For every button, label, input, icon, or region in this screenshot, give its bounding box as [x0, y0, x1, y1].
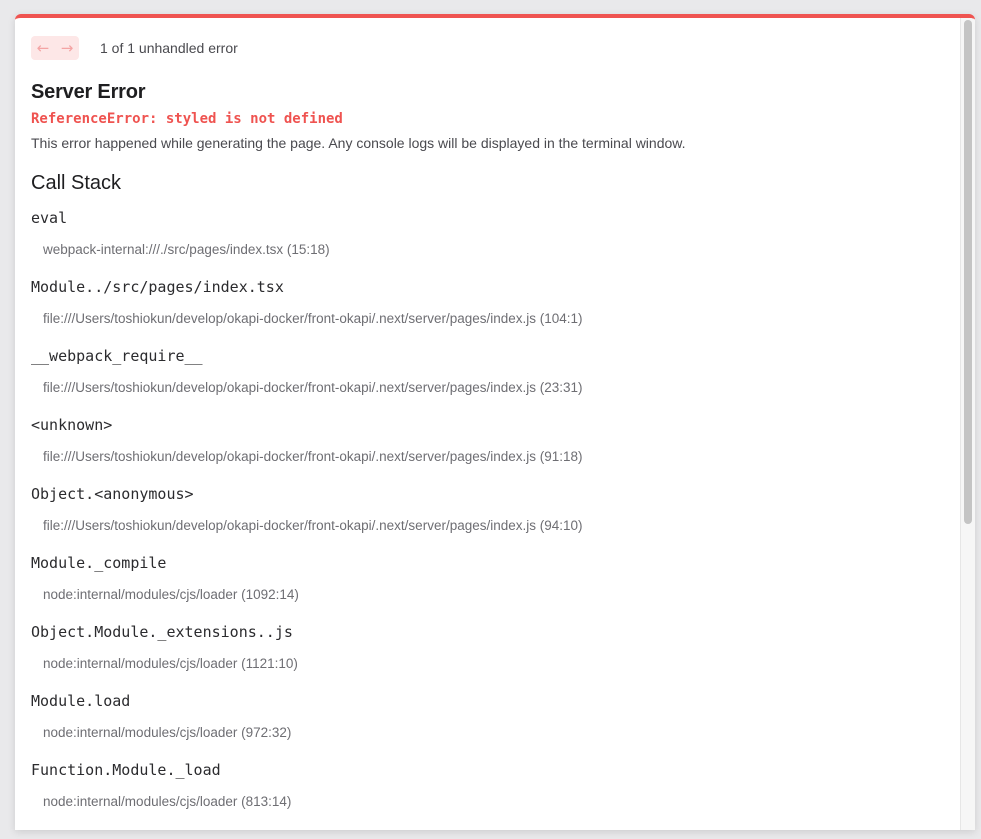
- frame-location: node:internal/modules/cjs/loader (813:14…: [43, 794, 292, 809]
- frame-location: file:///Users/toshiokun/develop/okapi-do…: [43, 518, 583, 533]
- error-description: This error happened while generating the…: [31, 135, 686, 151]
- frame-function-name: Object.<anonymous>: [31, 485, 194, 503]
- stack-frame[interactable]: Module.load node:internal/modules/cjs/lo…: [31, 686, 957, 755]
- frame-function-name: Object.Module._extensions..js: [31, 623, 293, 641]
- frame-location: file:///Users/toshiokun/develop/okapi-do…: [43, 380, 583, 395]
- next-error-arrow-icon[interactable]: →: [55, 36, 79, 60]
- prev-error-arrow-icon[interactable]: ←: [31, 36, 55, 60]
- frame-location: file:///Users/toshiokun/develop/okapi-do…: [43, 449, 583, 464]
- stack-frame[interactable]: Function.Module._load node:internal/modu…: [31, 755, 957, 824]
- frame-function-name: Function.Module._load: [31, 761, 221, 779]
- scrollbar-thumb[interactable]: [964, 20, 972, 524]
- error-title: Server Error: [31, 81, 146, 103]
- frame-location: node:internal/modules/cjs/loader (1121:1…: [43, 656, 298, 671]
- stack-frame[interactable]: Module._compile node:internal/modules/cj…: [31, 548, 957, 617]
- stack-frame[interactable]: eval webpack-internal:///./src/pages/ind…: [31, 203, 957, 272]
- stack-frame[interactable]: __webpack_require__ file:///Users/toshio…: [31, 341, 957, 410]
- error-message: ReferenceError: styled is not defined: [31, 111, 343, 127]
- frame-function-name: Module.load: [31, 692, 131, 710]
- stack-frame[interactable]: Object.Module._extensions..js node:inter…: [31, 617, 957, 686]
- frame-function-name: Module../src/pages/index.tsx: [31, 278, 284, 296]
- call-stack-frames: eval webpack-internal:///./src/pages/ind…: [31, 203, 957, 824]
- dialog-content: ← → 1 of 1 unhandled error Server Error …: [31, 18, 957, 830]
- frame-location: webpack-internal:///./src/pages/index.ts…: [43, 242, 330, 257]
- error-counter: 1 of 1 unhandled error: [100, 40, 238, 56]
- vertical-scrollbar[interactable]: [960, 18, 975, 830]
- frame-location: node:internal/modules/cjs/loader (1092:1…: [43, 587, 299, 602]
- pagination-buttons: ← →: [31, 36, 79, 60]
- frame-location: file:///Users/toshiokun/develop/okapi-do…: [43, 311, 583, 326]
- error-pagination: ← → 1 of 1 unhandled error: [31, 36, 238, 60]
- frame-function-name: Module._compile: [31, 554, 167, 572]
- stack-frame[interactable]: Module../src/pages/index.tsx file:///Use…: [31, 272, 957, 341]
- frame-function-name: __webpack_require__: [31, 347, 203, 365]
- frame-location: node:internal/modules/cjs/loader (972:32…: [43, 725, 292, 740]
- frame-function-name: <unknown>: [31, 416, 113, 434]
- stack-frame[interactable]: <unknown> file:///Users/toshiokun/develo…: [31, 410, 957, 479]
- error-overlay-dialog: ← → 1 of 1 unhandled error Server Error …: [15, 14, 975, 830]
- call-stack-title: Call Stack: [31, 172, 122, 194]
- stack-frame[interactable]: Object.<anonymous> file:///Users/toshiok…: [31, 479, 957, 548]
- frame-function-name: eval: [31, 209, 68, 227]
